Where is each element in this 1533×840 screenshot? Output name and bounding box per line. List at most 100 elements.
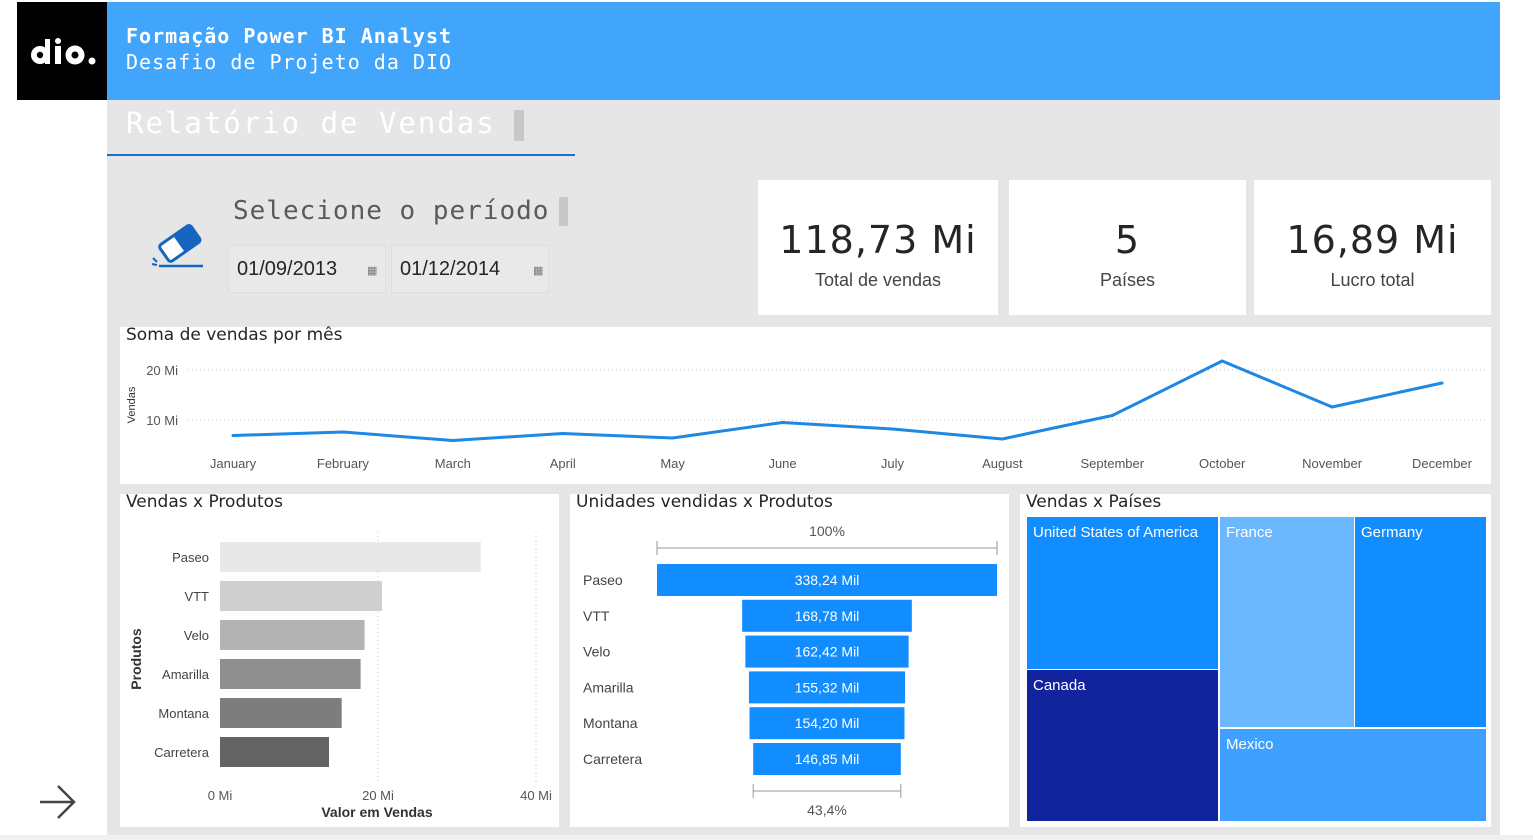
header-line-1: Formação Power BI Analyst	[126, 24, 453, 48]
period-label-text: Selecione o período	[233, 196, 550, 226]
y-axis-label: Vendas	[126, 386, 138, 423]
app-root: Formação Power BI Analyst Desafio de Pro…	[0, 0, 1533, 840]
next-page-arrow-icon[interactable]	[36, 782, 80, 826]
end-date-input[interactable]: 01/12/2014 ▦	[391, 245, 549, 293]
data-label: 168,78 Mil	[795, 608, 860, 624]
x-tick-label: October	[1199, 456, 1246, 471]
calendar-icon[interactable]: ▦	[533, 264, 543, 277]
y-tick-label: 20 Mi	[146, 363, 178, 378]
sales-line-series	[232, 359, 1443, 442]
data-point	[1330, 405, 1334, 409]
kpi-card-profit: 16,89 Mi Lucro total	[1254, 180, 1491, 315]
x-tick-label: August	[982, 456, 1023, 471]
treemap-card: Vendas x Países United States of America…	[1020, 492, 1491, 827]
data-point	[451, 439, 455, 442]
cursor-block	[513, 109, 524, 141]
bar-chart-card: Vendas x Produtos 0 Mi 20 Mi 40 Mi Paseo VTT…	[120, 492, 559, 827]
start-date-input[interactable]: 01/09/2013 ▦	[228, 245, 386, 293]
y-tick-label: Amarilla	[162, 667, 210, 682]
x-tick-label: 20 Mi	[362, 788, 394, 803]
category-label: Amarilla	[583, 679, 634, 695]
kpi-card-total-sales: 118,73 Mi Total de vendas	[758, 180, 998, 315]
x-axis-label: Valor em Vendas	[321, 804, 432, 820]
treemap-label: Germany	[1361, 524, 1423, 541]
bar	[220, 737, 330, 767]
data-point	[1110, 414, 1114, 417]
x-tick-label: February	[317, 456, 370, 471]
treemap-label: Mexico	[1226, 736, 1274, 753]
data-point	[231, 434, 235, 437]
category-label: Montana	[583, 715, 638, 731]
y-tick-label: VTT	[184, 589, 209, 604]
y-tick-label: Velo	[184, 628, 209, 643]
x-tick-label: 40 Mi	[520, 788, 552, 803]
category-label: VTT	[583, 608, 610, 624]
x-tick-label: 0 Mi	[208, 788, 233, 803]
dio-logo	[17, 2, 107, 100]
dio-logo-icon	[31, 38, 96, 65]
funnel-chart: 100% 338,24 Mil Paseo 168,78 Mil VTT 162,42 M…	[583, 523, 998, 818]
eraser-icon[interactable]	[151, 222, 207, 274]
data-point	[781, 421, 785, 424]
data-label: 154,20 Mil	[795, 715, 860, 731]
x-tick-label: April	[550, 456, 576, 471]
y-tick-label: Montana	[158, 706, 209, 721]
category-label: Velo	[583, 644, 610, 660]
x-tick-label: November	[1302, 456, 1363, 471]
period-label: Selecione o período	[233, 196, 569, 226]
funnel-bottom-percent: 43,4%	[807, 802, 847, 818]
x-tick-label: March	[435, 456, 471, 471]
kpi-label: Países	[1099, 270, 1156, 290]
calendar-icon[interactable]: ▦	[367, 264, 377, 277]
x-tick-label: July	[881, 456, 905, 471]
category-label: Carretera	[583, 751, 642, 767]
bar	[220, 581, 382, 611]
funnel-top-percent: 100%	[809, 523, 845, 539]
data-point	[1440, 381, 1444, 385]
report-header: Formação Power BI Analyst Desafio de Pro…	[107, 2, 1500, 100]
treemap-tile	[1220, 517, 1354, 727]
y-axis-label: Produtos	[128, 628, 144, 690]
data-point	[890, 427, 894, 431]
report-title: Relatório de Vendas	[126, 106, 524, 141]
x-tick-label: January	[210, 456, 257, 471]
data-label: 146,85 Mil	[795, 751, 860, 767]
treemap-label: Canada	[1033, 677, 1086, 694]
funnel-chart-card: Unidades vendidas x Produtos 100% 338,24 …	[570, 492, 1009, 827]
data-point	[671, 436, 675, 440]
category-label: Paseo	[583, 572, 623, 588]
title-underline	[107, 154, 575, 156]
treemap-label: United States of America	[1033, 524, 1199, 541]
report-canvas: Relatório de Vendas Selecione o período …	[107, 100, 1500, 835]
treemap-label: France	[1226, 524, 1273, 541]
kpi-card-countries: 5 Países	[1009, 180, 1246, 315]
treemap-chart: United States of America Canada France Germ…	[1027, 517, 1486, 821]
kpi-value: 118,73 Mi	[779, 218, 977, 262]
report-title-text: Relatório de Vendas	[126, 106, 496, 140]
footer-bar	[0, 835, 1533, 840]
data-label: 338,24 Mil	[795, 572, 860, 588]
kpi-label: Total de vendas	[814, 270, 942, 290]
bar-chart: 0 Mi 20 Mi 40 Mi Paseo VTT Velo Amarilla Montan…	[128, 532, 552, 820]
data-point	[1000, 437, 1004, 441]
cursor-small	[559, 197, 569, 226]
data-point	[561, 432, 565, 435]
treemap-tile	[1355, 517, 1486, 727]
kpi-value: 16,89 Mi	[1286, 218, 1459, 262]
bar	[220, 620, 365, 650]
y-tick-label: Carretera	[154, 745, 210, 760]
line-chart-card: Soma de vendas por mês 10 Mi 20 Mi Vendas J…	[120, 325, 1491, 484]
data-label: 155,32 Mil	[795, 679, 860, 695]
x-tick-label: December	[1412, 456, 1473, 471]
data-label: 162,42 Mil	[795, 644, 860, 660]
data-point	[1220, 359, 1224, 363]
kpi-label: Lucro total	[1330, 270, 1415, 290]
bar	[220, 698, 342, 728]
end-date-value: 01/12/2014	[400, 258, 501, 280]
start-date-value: 01/09/2013	[237, 258, 338, 280]
x-tick-label: September	[1080, 456, 1144, 471]
line-chart: 10 Mi 20 Mi Vendas January February March Apri…	[126, 359, 1485, 471]
data-point	[341, 430, 345, 434]
y-tick-label: Paseo	[172, 550, 209, 565]
x-tick-label: May	[660, 456, 685, 471]
